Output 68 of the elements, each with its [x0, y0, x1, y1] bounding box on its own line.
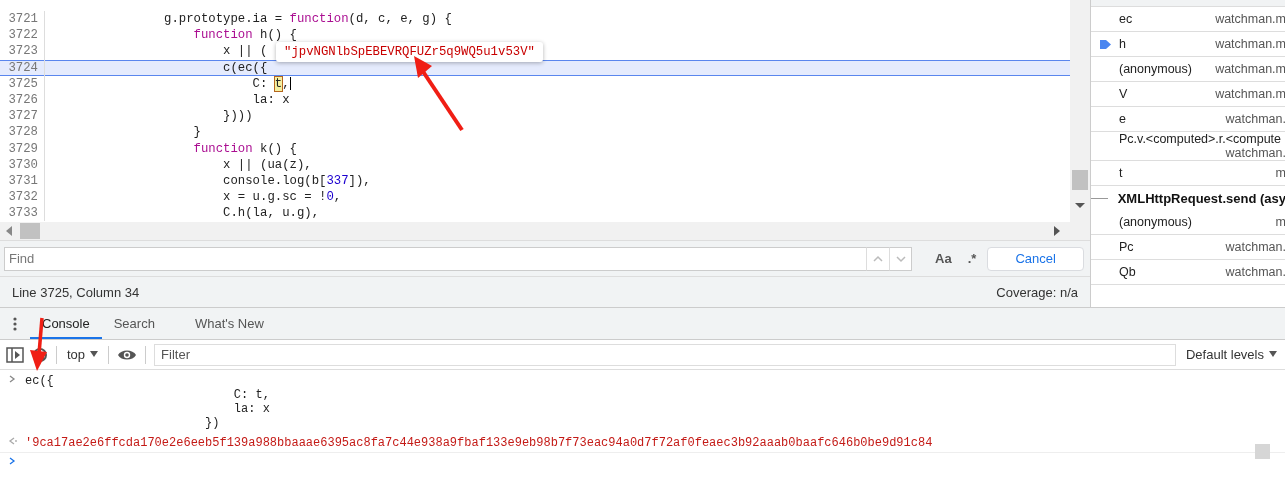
call-frame[interactable]: e watchman. [1091, 107, 1285, 132]
result-arrow-icon [8, 436, 17, 446]
line-number: 3723 [0, 43, 45, 60]
caret-icon [90, 351, 99, 358]
code-line: C.h(la, u.g), [222, 205, 320, 222]
coverage-label: Coverage: n/a [996, 284, 1078, 300]
drawer-tab[interactable]: What's New [182, 308, 276, 339]
line-number: 3726 [0, 91, 45, 109]
code-line: } [192, 124, 201, 141]
line-number: 3732 [0, 189, 45, 206]
scrollbar-thumb[interactable] [1255, 444, 1270, 459]
scroll-left-icon[interactable] [6, 226, 12, 236]
line-number: 3728 [0, 124, 45, 141]
filter-field[interactable]: Filter [154, 343, 1176, 366]
call-frame[interactable]: Pc.v.<computed>.r.<compute watchman. [1091, 132, 1285, 161]
call-frame[interactable]: (anonymous) watchman.m [1091, 57, 1285, 82]
line-number: 3731 [0, 172, 45, 190]
drawer-tab[interactable]: Console [30, 308, 102, 339]
drawer-tab[interactable]: Search [101, 308, 167, 339]
line-number: 3730 [0, 156, 45, 173]
scrollbar-thumb[interactable] [1072, 170, 1088, 190]
call-frame[interactable]: ec watchman.m [1091, 7, 1285, 32]
match-case-button[interactable]: Aa [930, 249, 957, 268]
line-number: 3721 [0, 11, 45, 28]
scroll-down-icon[interactable] [1075, 203, 1085, 209]
line-number: 3733 [0, 205, 45, 222]
code-line: function k() { [192, 140, 297, 157]
line-number: 3724 [0, 59, 45, 76]
console-command-text: ec({ C: t, la: x }) [25, 374, 270, 430]
scrollbar-thumb[interactable] [20, 223, 40, 239]
cursor-position: Line 3725, Column 34 [12, 284, 140, 300]
code-line: console.log(b[337]), [222, 172, 371, 190]
prompt-chevron-icon [8, 374, 17, 384]
call-frame[interactable]: (anonymous) m [1091, 210, 1285, 235]
line-number: 3722 [0, 27, 45, 44]
line-number: 3727 [0, 108, 45, 125]
call-frame[interactable]: Qb watchman. [1091, 260, 1285, 285]
call-frame[interactable]: V watchman.m [1091, 82, 1285, 107]
log-levels-selector[interactable]: Default levels [1183, 347, 1279, 362]
chevron-down-icon [895, 253, 906, 264]
scroll-right-icon[interactable] [1054, 226, 1060, 236]
code-line: la: x [251, 91, 290, 109]
code-line: function h() { [192, 27, 297, 44]
code-line: x = u.g.sc = !0, [222, 189, 342, 206]
code-line: c(ec({ [222, 59, 268, 76]
horizontal-scrollbar[interactable] [0, 222, 1090, 240]
code-line: C: t, [251, 75, 291, 92]
line-number: 3729 [0, 140, 45, 157]
sidebar-toggle-icon[interactable] [6, 346, 24, 363]
caret-icon [1269, 351, 1277, 358]
code-line: g.prototype.ia = function(d, c, e, g) { [163, 11, 452, 28]
regex-button[interactable]: .* [962, 249, 982, 268]
code-line: }))) [222, 108, 253, 125]
call-frame[interactable]: Pc watchman. [1091, 235, 1285, 260]
find-field[interactable]: Find [4, 246, 867, 271]
prompt-chevron-icon[interactable] [8, 456, 17, 466]
line-number: 3725 [0, 75, 45, 92]
context-selector[interactable]: top [65, 347, 101, 362]
call-frame[interactable]: t m [1091, 161, 1285, 186]
result-value: '9ca17ae2e6ffcda170e2e6eeb5f139a988bbaaae6395ac8fa7c44e938a9fbaf133e9eb98b7f73eac94a0d7f72af0feaec3b92aaab0baafc646b0be9d91c84 [25, 436, 933, 450]
cancel-button[interactable]: Cancel [987, 246, 1084, 271]
call-frame[interactable]: h watchman.m [1091, 32, 1285, 57]
code-line: x || (ua(z), [222, 156, 312, 173]
value-tooltip: "jpvNGNlbSpEBEVRQFUZr5q9WQ5u1v53V" [276, 42, 543, 62]
chevron-up-icon [873, 253, 884, 264]
vertical-scrollbar[interactable] [1070, 0, 1090, 222]
more-menu-icon[interactable] [13, 316, 17, 331]
code-line: x || ( [222, 43, 268, 60]
